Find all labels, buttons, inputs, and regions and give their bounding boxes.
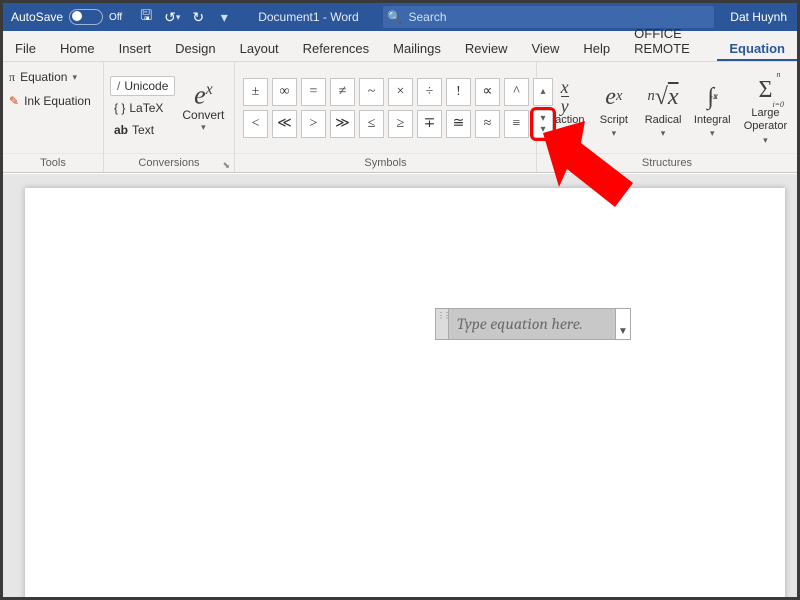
tab-help[interactable]: Help — [571, 35, 622, 61]
integral-button[interactable]: ∫x-x Integral ▾ — [689, 80, 736, 140]
symbols-more-button[interactable]: ▾▾ — [533, 110, 553, 138]
document-title: Document1 - Word — [240, 10, 376, 24]
symbol-gallery: ±∞=≠~×÷!∝^ <≪>≫≤≥∓≅≈≡ — [243, 78, 529, 138]
symbol-cell[interactable]: ≫ — [330, 110, 355, 138]
group-label-structures: Structures — [537, 153, 797, 172]
tab-design[interactable]: Design — [163, 35, 227, 61]
symbol-cell[interactable]: < — [243, 110, 268, 138]
group-label-symbols: Symbols — [235, 153, 536, 172]
tab-references[interactable]: References — [291, 35, 381, 61]
symbol-cell[interactable]: ≠ — [330, 78, 355, 106]
pi-icon: π — [9, 70, 15, 85]
script-icon: ex — [605, 80, 622, 114]
integral-icon: ∫x-x — [707, 80, 717, 114]
chevron-down-icon: ▾ — [72, 72, 77, 83]
symbol-cell[interactable]: ≪ — [272, 110, 297, 138]
group-label-conversions: Conversions⬊ — [104, 153, 234, 172]
tab-file[interactable]: File — [3, 35, 48, 61]
chevron-down-icon: ▾ — [763, 135, 768, 146]
symbol-cell[interactable]: ~ — [359, 78, 384, 106]
ink-equation-button[interactable]: ✎ Ink Equation — [9, 90, 91, 112]
autosave-toggle[interactable]: AutoSave Off — [3, 9, 130, 25]
tab-layout[interactable]: Layout — [228, 35, 291, 61]
convert-icon: ex — [194, 82, 212, 109]
tab-view[interactable]: View — [519, 35, 571, 61]
equation-move-handle[interactable] — [436, 309, 449, 339]
highlight-box — [530, 107, 556, 141]
chevron-down-icon: ▾ — [201, 122, 206, 133]
page[interactable]: Type equation here. ▼ — [25, 188, 785, 600]
symbol-cell[interactable]: ^ — [504, 78, 529, 106]
symbol-cell[interactable]: ± — [243, 78, 268, 106]
group-structures: xy Fraction ▾ ex Script ▾ n√x Radical ▾ … — [537, 62, 797, 172]
symbol-cell[interactable]: ! — [446, 78, 471, 106]
symbol-cell[interactable]: = — [301, 78, 326, 106]
chevron-down-icon: ▾ — [710, 128, 715, 139]
symbol-cell[interactable]: × — [388, 78, 413, 106]
group-conversions: /Unicode { }LaTeX abText ex Convert ▾ Co… — [104, 62, 235, 172]
autosave-label: AutoSave — [11, 10, 63, 24]
equation-box[interactable]: Type equation here. ▼ — [435, 308, 631, 340]
user-name[interactable]: Dat Huynh — [720, 10, 797, 24]
convert-button[interactable]: ex Convert ▾ — [179, 82, 227, 134]
symbol-cell[interactable]: ≈ — [475, 110, 500, 138]
equation-button[interactable]: π Equation ▾ — [9, 66, 77, 88]
symbol-cell[interactable]: ≥ — [388, 110, 413, 138]
symbol-cell[interactable]: ∝ — [475, 78, 500, 106]
tab-review[interactable]: Review — [453, 35, 520, 61]
save-icon[interactable]: 🖫 — [138, 9, 154, 25]
search-icon: 🔍 — [383, 10, 407, 24]
symbol-cell[interactable]: ∓ — [417, 110, 442, 138]
tab-home[interactable]: Home — [48, 35, 107, 61]
group-label-tools: Tools — [3, 153, 103, 172]
sigma-icon: Σni=0 — [758, 73, 772, 107]
ribbon-tabs: File Home Insert Design Layout Reference… — [3, 31, 797, 62]
toggle-icon — [69, 9, 103, 25]
symbol-cell[interactable]: > — [301, 110, 326, 138]
tab-mailings[interactable]: Mailings — [381, 35, 453, 61]
chevron-down-icon: ▾ — [661, 128, 666, 139]
radical-icon: n√x — [648, 80, 679, 114]
tab-insert[interactable]: Insert — [107, 35, 164, 61]
latex-button[interactable]: { }LaTeX — [110, 98, 175, 118]
tab-equation[interactable]: Equation — [717, 35, 797, 61]
large-operator-button[interactable]: Σni=0 Large Operator ▾ — [738, 73, 793, 145]
text-button[interactable]: abText — [110, 120, 175, 140]
symbol-cell[interactable]: ∞ — [272, 78, 297, 106]
symbol-cell[interactable]: ≤ — [359, 110, 384, 138]
symbol-cell[interactable]: ≡ — [504, 110, 529, 138]
ribbon: π Equation ▾ ✎ Ink Equation Tools /Unico… — [3, 62, 797, 173]
customize-qat-icon[interactable]: ▾ — [216, 9, 232, 25]
document-area[interactable]: Type equation here. ▼ — [3, 174, 797, 597]
undo-icon[interactable]: ↺▾ — [164, 9, 180, 25]
symbol-cell[interactable]: ≅ — [446, 110, 471, 138]
chevron-down-icon: ▾ — [612, 128, 617, 139]
symbols-scroll-up[interactable]: ▴ — [533, 78, 553, 106]
symbol-cell[interactable]: ÷ — [417, 78, 442, 106]
fraction-icon: xy — [561, 80, 569, 114]
group-symbols: ±∞=≠~×÷!∝^ <≪>≫≤≥∓≅≈≡ ▴ ▾▾ Symbols — [235, 62, 537, 172]
equation-placeholder[interactable]: Type equation here. — [449, 309, 615, 339]
script-button[interactable]: ex Script ▾ — [590, 80, 637, 140]
tab-office-remote[interactable]: OFFICE REMOTE — [622, 20, 717, 61]
dialog-launcher-icon[interactable]: ⬊ — [222, 156, 230, 174]
unicode-button[interactable]: /Unicode — [110, 76, 175, 96]
radical-button[interactable]: n√x Radical ▾ — [639, 80, 686, 140]
equation-options-dropdown[interactable]: ▼ — [615, 309, 630, 339]
chevron-down-icon: ▾ — [562, 128, 567, 139]
quick-access-toolbar: 🖫 ↺▾ ↻ ▾ — [130, 9, 240, 25]
redo-icon[interactable]: ↻ — [190, 9, 206, 25]
group-tools: π Equation ▾ ✎ Ink Equation Tools — [3, 62, 104, 172]
autosave-state: Off — [109, 12, 122, 23]
ink-icon: ✎ — [9, 94, 19, 108]
